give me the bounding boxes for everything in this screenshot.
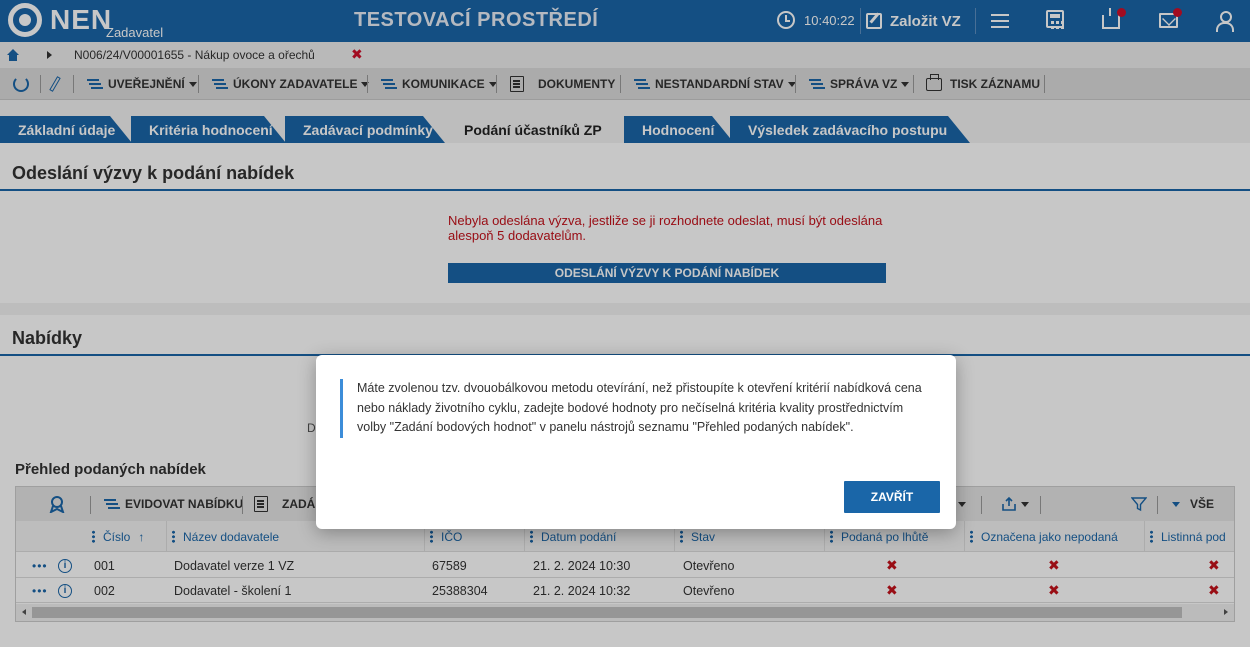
dialog-message: Máte zvolenou tzv. dvouobálkovou metodu … (340, 379, 925, 438)
info-dialog: Máte zvolenou tzv. dvouobálkovou metodu … (316, 355, 956, 529)
close-dialog-button[interactable]: ZAVŘÍT (844, 481, 940, 513)
modal-overlay (0, 0, 1250, 647)
